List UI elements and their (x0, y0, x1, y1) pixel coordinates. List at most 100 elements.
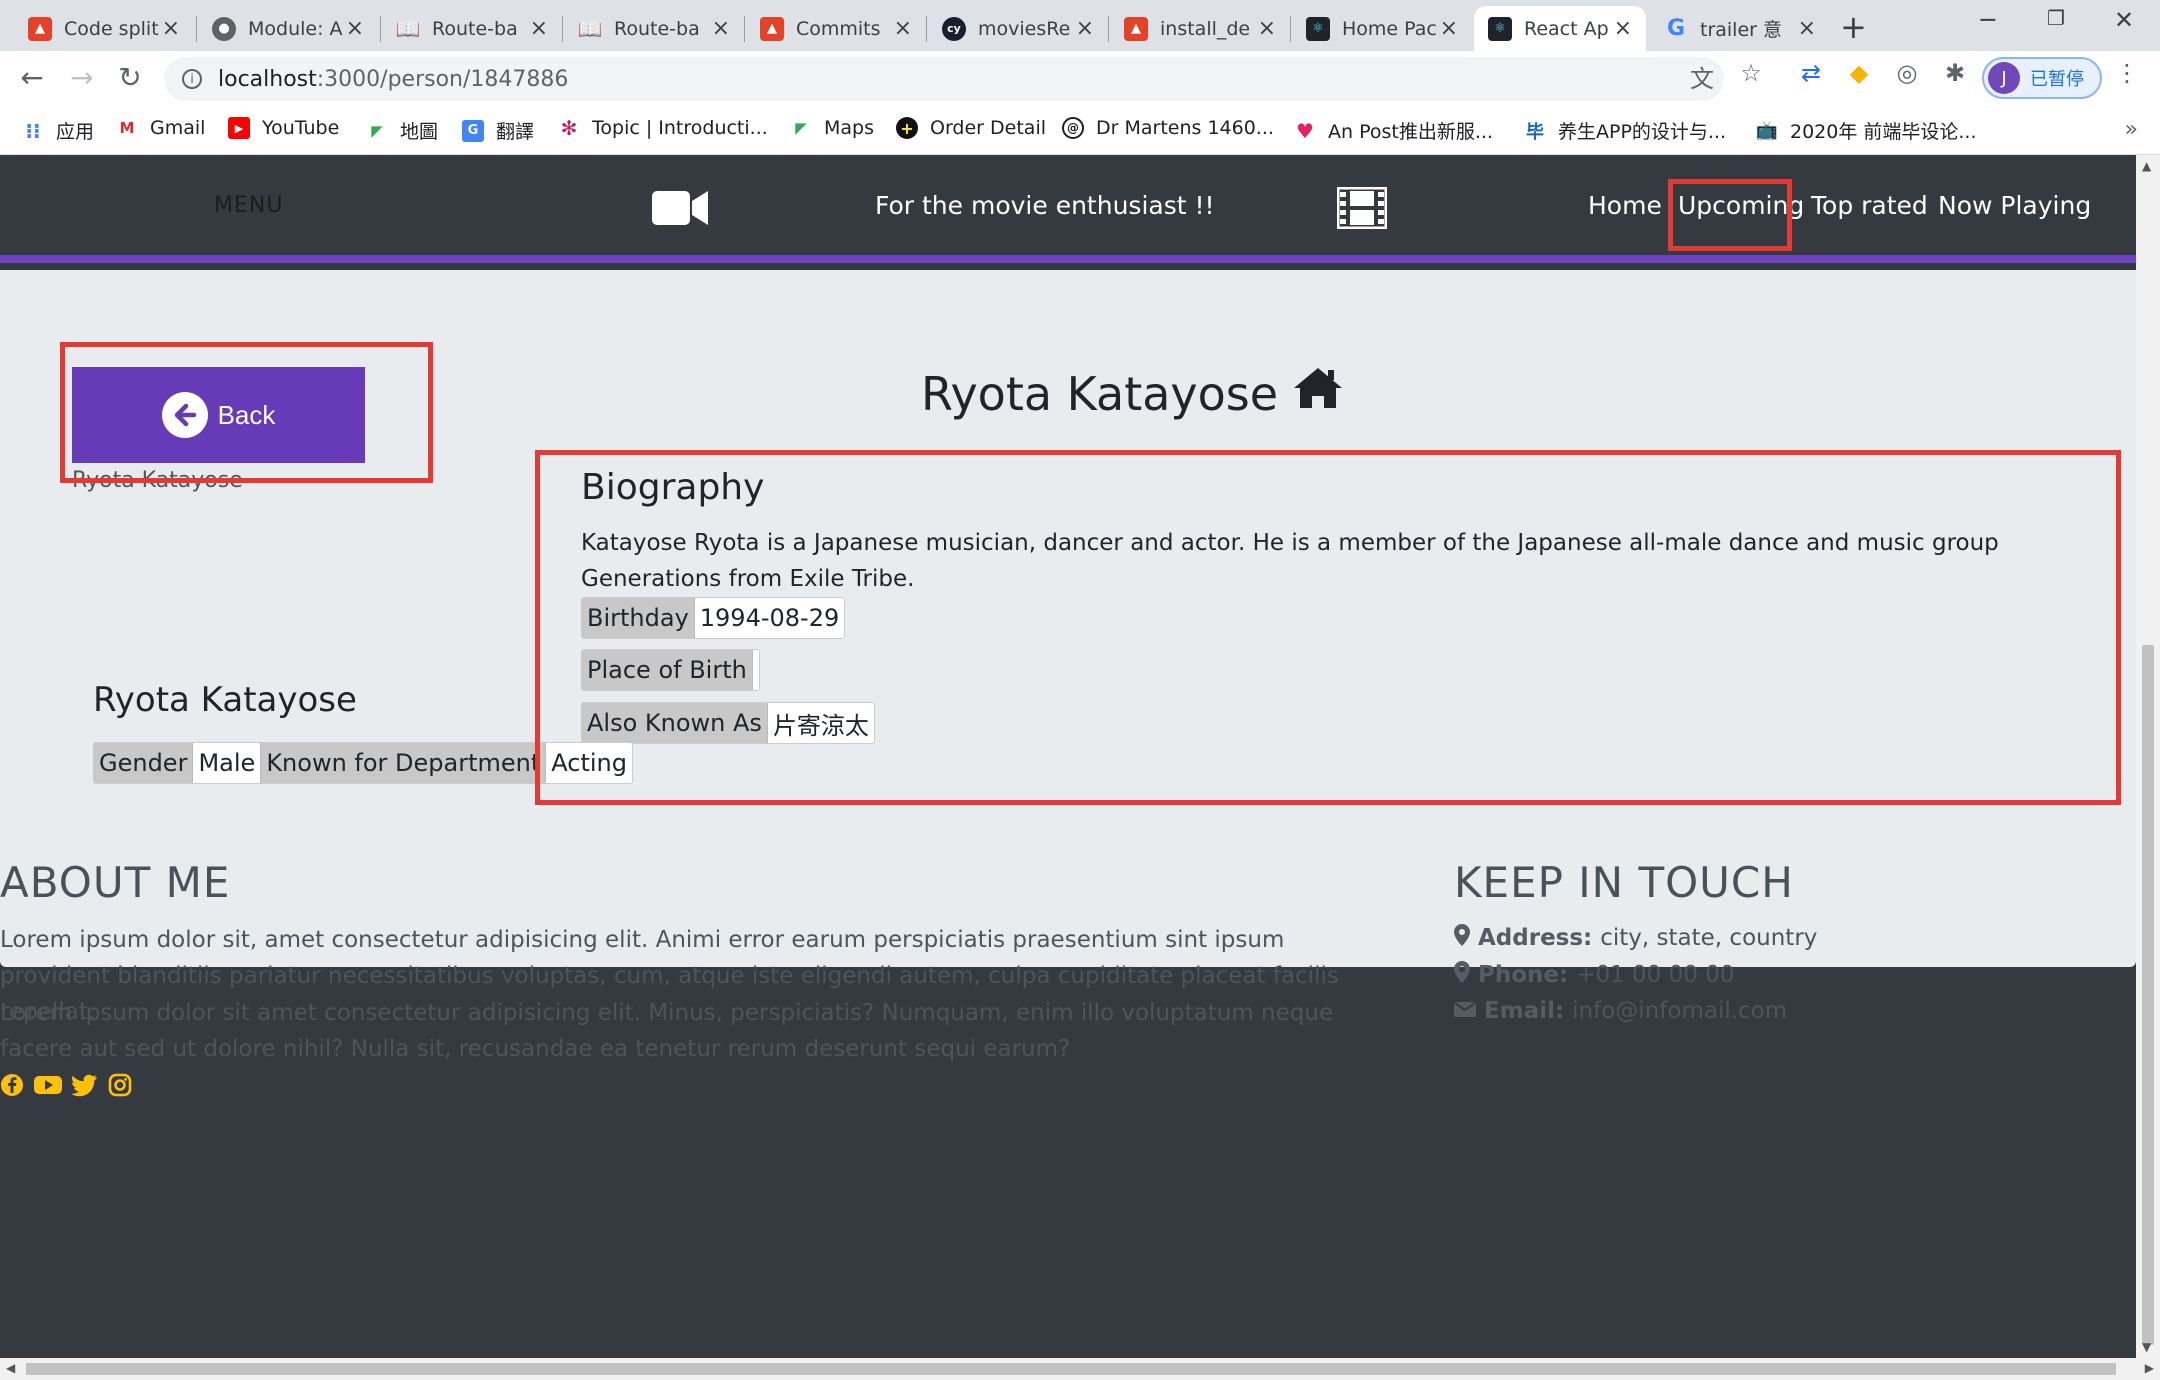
instagram-icon[interactable] (108, 1073, 132, 1101)
tab-title: Commits (796, 17, 881, 40)
tab-5[interactable]: cy moviesRe × (928, 6, 1108, 51)
extensions-icon[interactable]: ✱ (1940, 59, 1970, 89)
scroll-left-icon[interactable]: ◀ (6, 1361, 15, 1375)
close-icon[interactable]: × (1440, 16, 1458, 41)
url-path: :3000/person/1847886 (316, 66, 569, 92)
close-icon[interactable]: × (1614, 16, 1632, 41)
address-value: city, state, country (1600, 925, 1818, 951)
sync-icon[interactable]: ⇄ (1796, 59, 1826, 89)
nav-now-playing[interactable]: Now Playing (1938, 191, 2091, 220)
scroll-right-icon[interactable]: ▶ (2145, 1361, 2154, 1375)
minimize-button[interactable]: ─ (1958, 6, 2018, 34)
email-label: Email: (1484, 998, 1565, 1024)
map-marker-icon (1454, 924, 1470, 952)
back-nav-icon[interactable]: ← (14, 61, 50, 94)
keep-in-touch-heading: KEEP IN TOUCH (1454, 858, 1794, 907)
email-value[interactable]: info@infomail.com (1572, 998, 1787, 1024)
envelope-icon (1454, 998, 1476, 1024)
nav-home[interactable]: Home (1588, 191, 1662, 220)
google-icon: G (1666, 16, 1686, 41)
contact-email: Email: info@infomail.com (1454, 998, 1787, 1024)
bookmark-youtube[interactable]: ▶ YouTube (228, 117, 339, 139)
scroll-down-icon[interactable]: ▼ (2142, 1340, 2151, 1354)
bookmark-topic[interactable]: ✻ Topic | Introducti... (558, 116, 768, 140)
url-host: localhost (218, 66, 317, 92)
info-icon[interactable]: i (182, 69, 202, 89)
tab-3[interactable]: 📖 Route-ba × (564, 6, 744, 51)
nav-top-rated[interactable]: Top rated (1811, 191, 1928, 220)
close-icon[interactable]: × (162, 16, 180, 41)
address-bar[interactable]: i localhost:3000/person/1847886 (164, 57, 1724, 101)
bookmark-anpost[interactable]: ♥ An Post推出新服... (1294, 117, 1493, 144)
tab-0[interactable]: ▲ Code split × (14, 6, 194, 51)
star-icon[interactable]: ☆ (1736, 59, 1766, 89)
close-icon[interactable]: × (530, 16, 548, 41)
close-icon[interactable]: × (1076, 16, 1094, 41)
scroll-thumb[interactable] (2142, 645, 2154, 1345)
tab-7[interactable]: ⚛ Home Pac × (1292, 6, 1472, 51)
vertical-scrollbar[interactable]: ▲ ▼ (2136, 155, 2160, 1358)
close-icon[interactable]: × (712, 16, 730, 41)
restore-button[interactable]: ❐ (2026, 6, 2086, 30)
site-tagline: For the movie enthusiast !! (875, 191, 1215, 220)
menu-toggle[interactable]: MENU (214, 193, 283, 218)
horizontal-scrollbar[interactable]: ◀ ▶ (0, 1358, 2160, 1380)
map-marker-icon (1454, 961, 1470, 989)
department-label: Known for Department (260, 743, 547, 783)
bookmark-yangsheng[interactable]: 毕养生APP的设计与... (1524, 117, 1726, 144)
tab-9[interactable]: G trailer 意 × (1650, 6, 1830, 51)
bilibili-icon: 📺 (1755, 120, 1779, 141)
gmail-icon: M (119, 119, 135, 137)
tab-8-active[interactable]: ⚛ React Ap × (1474, 6, 1646, 51)
translate-icon[interactable]: ⽂ (1687, 59, 1717, 93)
heart-icon: ♥ (1296, 118, 1314, 143)
new-tab-button[interactable]: + (1840, 8, 1867, 46)
close-icon[interactable]: × (1258, 16, 1276, 41)
topic-icon: ✻ (560, 116, 578, 140)
gitlab-icon: ▲ (28, 16, 52, 41)
bookmark-drmartens[interactable]: @ Dr Martens 1460... (1062, 117, 1274, 139)
bookmark-maps[interactable]: ◤ Maps (790, 117, 874, 139)
facebook-icon[interactable] (0, 1073, 24, 1101)
video-camera-icon (652, 189, 708, 231)
tab-2[interactable]: 📖 Route-ba × (382, 6, 562, 51)
close-icon[interactable]: × (894, 16, 912, 41)
highlight-back-button (60, 342, 433, 483)
youtube-icon[interactable] (34, 1073, 62, 1101)
book-icon: 📖 (395, 16, 421, 41)
film-icon (1336, 186, 1388, 233)
bookmark-bilibili[interactable]: 📺 2020年 前端毕设论... (1756, 117, 1977, 144)
twitter-icon[interactable] (71, 1073, 98, 1101)
tab-strip: ▲ Code split × ● Module: A × 📖 Route-ba … (0, 0, 2160, 51)
extension-shield-icon[interactable]: ◆ (1844, 59, 1874, 89)
scroll-thumb-horizontal[interactable] (26, 1363, 2116, 1375)
bookmark-translate[interactable]: G 翻譯 (462, 117, 534, 144)
close-icon[interactable]: × (1798, 16, 1816, 41)
palette-icon[interactable]: ◎ (1892, 59, 1922, 89)
close-window-button[interactable]: ✕ (2094, 6, 2154, 34)
home-icon[interactable] (1292, 366, 1344, 421)
bookmarks-overflow-icon[interactable]: » (2125, 117, 2138, 142)
close-icon[interactable]: × (346, 16, 364, 41)
profile-button[interactable]: J 已暂停 (1982, 57, 2102, 99)
tab-1[interactable]: ● Module: A × (198, 6, 378, 51)
scroll-up-icon[interactable]: ▲ (2142, 159, 2151, 173)
youtube-icon: ▶ (228, 117, 250, 139)
tab-6[interactable]: ▲ install_de × (1110, 6, 1290, 51)
drmartens-icon: @ (1062, 117, 1084, 139)
tab-title: moviesRe (978, 17, 1071, 40)
highlight-biography (535, 450, 2121, 805)
contact-phone: Phone: +01 00 00 00 (1454, 961, 1734, 989)
tab-title: Code split (64, 17, 159, 40)
forward-nav-icon[interactable]: → (64, 61, 100, 94)
bookmark-apps[interactable]: ⁝⁝ 应用 (22, 117, 94, 144)
tab-4[interactable]: ▲ Commits × (746, 6, 926, 51)
gitlab-icon: ▲ (760, 16, 784, 41)
bookmark-order-detail[interactable]: + Order Detail (896, 117, 1046, 139)
bookmark-gmail[interactable]: M Gmail (116, 117, 206, 139)
about-paragraph-2: Lorem ipsum dolor sit amet consectetur a… (0, 1000, 1334, 1062)
side-person-name: Ryota Katayose (93, 680, 357, 720)
bookmark-maps-zh[interactable]: ◤ 地圖 (366, 117, 438, 144)
browser-menu-icon[interactable]: ⋮ (2112, 59, 2142, 89)
reload-icon[interactable]: ↻ (112, 61, 148, 94)
